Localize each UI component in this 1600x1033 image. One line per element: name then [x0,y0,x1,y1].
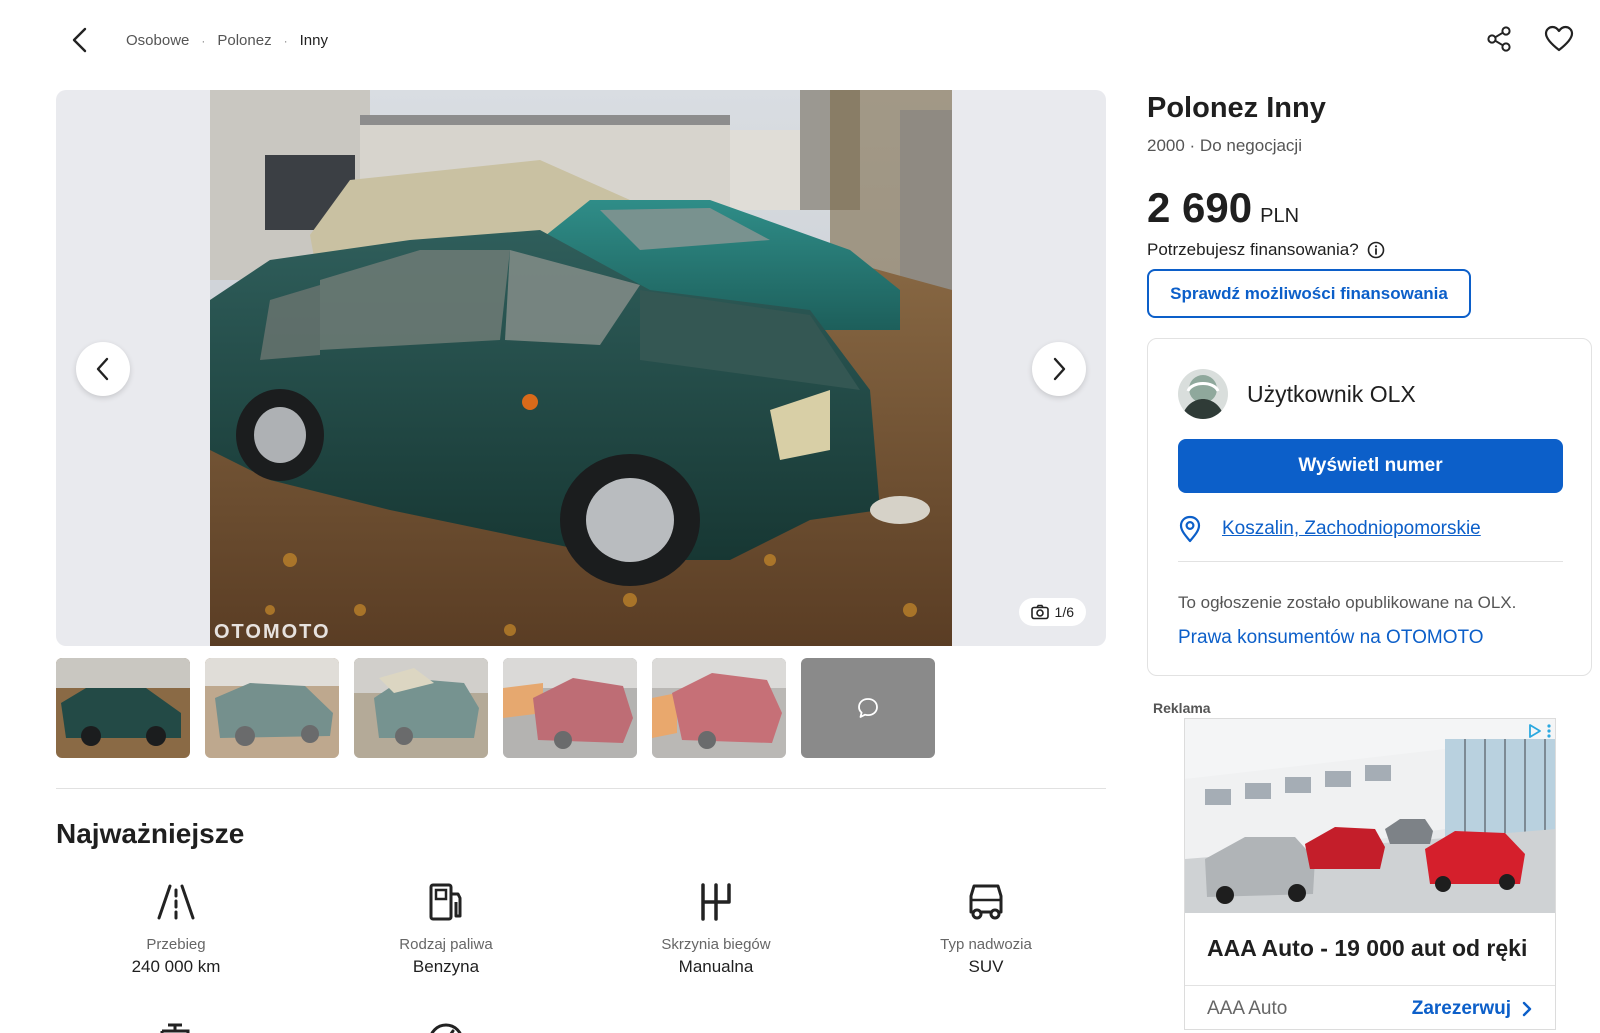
avatar [1178,369,1228,419]
chevron-left-icon [72,27,87,53]
spec-value: 240 000 km [131,957,221,976]
breadcrumb-separator: · [201,33,206,48]
back-button[interactable] [62,22,98,58]
ad-image[interactable] [1185,719,1555,913]
breadcrumb: Osobowe · Polonez · Inny [126,32,328,49]
thumbnail-1[interactable] [56,658,190,758]
thumbnail-image [56,658,190,758]
avatar-image [1178,369,1228,419]
fuel-pump-icon [429,883,462,921]
price-currency: PLN [1260,205,1300,227]
price: 2 690 PLN [1147,184,1299,232]
thumbnail-image [503,658,637,758]
main-photo[interactable]: OTOMOTO [210,90,952,646]
thumbnail-more[interactable] [801,658,935,758]
ad-choices-icon [1529,724,1541,738]
thumbnail-image [354,658,488,758]
ad-brand: AAA Auto [1207,998,1288,1019]
watermark-otomoto: OTOMOTO [214,621,331,643]
breadcrumb-item-polonez[interactable]: Polonez [217,32,271,49]
spec-label: Rodzaj paliwa [399,936,493,953]
prev-photo-button[interactable] [76,342,130,396]
location-pin-icon [1179,515,1201,543]
spec-fuel: Rodzaj paliwa Benzyna [326,880,566,977]
car-body-icon [969,884,1003,920]
check-financing-button[interactable]: Sprawdź możliwości finansowania [1147,269,1471,318]
car-photo [210,90,952,646]
finance-question-text: Potrzebujesz finansowania? [1147,240,1359,259]
ad-headline[interactable]: AAA Auto - 19 000 aut od ręki [1207,935,1527,962]
info-icon[interactable] [1367,241,1385,259]
finance-question: Potrzebujesz finansowania? [1147,240,1385,260]
card-divider [1178,561,1563,562]
location-row: Koszalin, Zachodniopomorskie [1178,515,1481,543]
photo-counter-text: 1/6 [1054,604,1074,620]
favorite-button[interactable] [1542,22,1576,56]
spec-mileage: Przebieg 240 000 km [56,880,296,977]
spec-value: Manualna [678,957,754,976]
spec-label: Przebieg [146,936,206,953]
spec-gearbox: Skrzynia biegów Manualna [596,880,836,977]
share-icon [1487,26,1511,52]
top-actions [1482,22,1576,56]
breadcrumb-item-inny: Inny [299,32,328,49]
share-button[interactable] [1482,22,1516,56]
thumbnail-4[interactable] [503,658,637,758]
more-vertical-icon [1547,724,1551,738]
photo-gallery: OTOMOTO 1/6 [56,90,1106,646]
spec-body-type: Typ nadwozia SUV [866,880,1106,977]
seller-card: Użytkownik OLX Wyświetl numer Koszalin, … [1147,338,1592,676]
showroom-image [1185,719,1555,913]
chevron-right-icon [1053,357,1066,381]
ad-label: Reklama [1153,700,1211,716]
heart-icon [1544,25,1574,52]
thumbnail-strip [56,658,935,758]
ad-cta-button[interactable]: Zarezerwuj [1412,998,1533,1020]
show-phone-number-button[interactable]: Wyświetl numer [1178,439,1563,493]
breadcrumb-separator: · [283,33,288,48]
thumbnail-5[interactable] [652,658,786,758]
chat-bubble-icon [858,698,878,718]
thumbnail-image [205,658,339,758]
chevron-left-icon [96,357,109,381]
ad-footer: AAA Auto Zarezerwuj [1185,985,1555,1029]
highlights-title: Najważniejsze [56,818,245,849]
spec-label: Typ nadwozia [940,936,1032,953]
consumer-rights-link[interactable]: Prawa konsumentów na OTOMOTO [1178,627,1484,649]
speedometer-icon [430,1023,462,1033]
price-amount: 2 690 [1147,184,1253,231]
thumbnail-3[interactable] [354,658,488,758]
advertisement[interactable]: AAA Auto - 19 000 aut od ręki AAA Auto Z… [1184,718,1556,1030]
spec-label: Skrzynia biegów [661,936,771,953]
spec-value: Benzyna [412,957,480,976]
listing-title: Polonez Inny [1147,92,1326,124]
road-icon [157,884,195,920]
ad-cta-label: Zarezerwuj [1411,998,1511,1019]
ad-choices[interactable] [1527,723,1553,739]
spec-value: SUV [968,957,1004,976]
olx-note: To ogłoszenie zostało opublikowane na OL… [1178,593,1517,612]
camera-icon [1030,604,1049,620]
location-link[interactable]: Koszalin, Zachodniopomorskie [1222,518,1481,540]
top-bar: Osobowe · Polonez · Inny [0,0,1600,80]
spec-power-partial [326,1014,566,1033]
photo-counter: 1/6 [1018,598,1086,626]
engine-icon [160,1023,190,1033]
thumbnail-2[interactable] [205,658,339,758]
gearbox-icon [701,883,731,921]
breadcrumb-item-osobowe[interactable]: Osobowe [126,32,189,49]
spec-engine-partial [56,1014,296,1033]
seller-name: Użytkownik OLX [1247,381,1416,407]
chevron-right-icon [1522,1001,1532,1017]
listing-subtitle: 2000 · Do negocjacji [1147,136,1302,155]
thumbnail-image [652,658,786,758]
section-divider [56,788,1106,789]
next-photo-button[interactable] [1032,342,1086,396]
